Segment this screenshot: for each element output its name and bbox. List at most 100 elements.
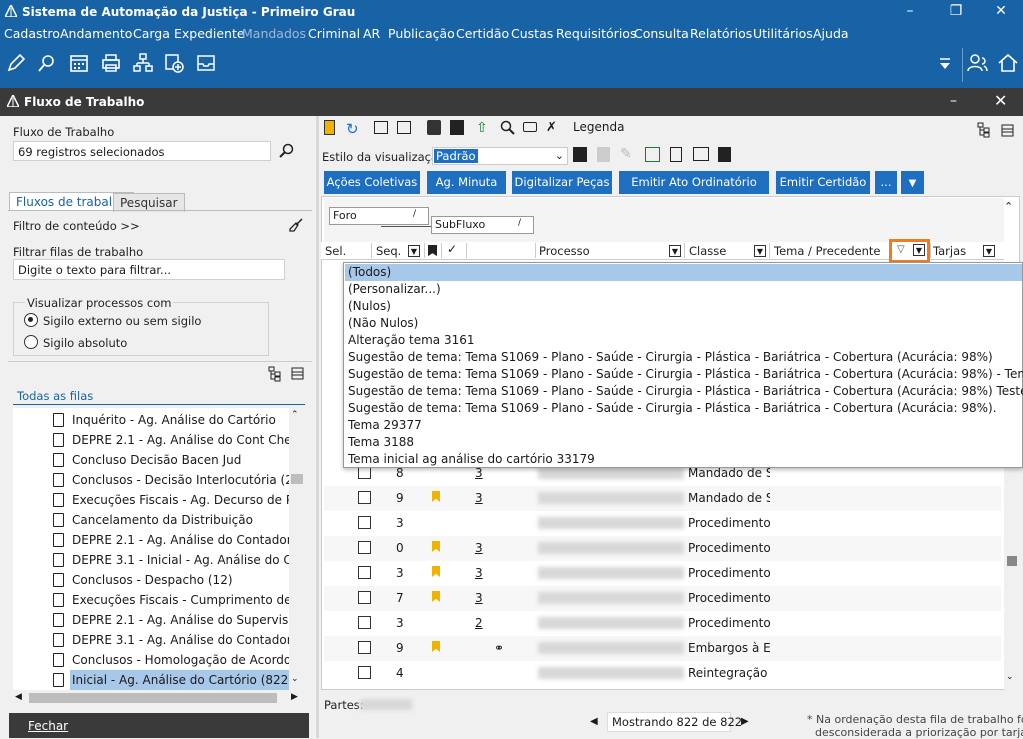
digitalizar-pecas-button[interactable]: Digitalizar Peças — [512, 171, 612, 194]
row-checkbox[interactable] — [358, 566, 371, 579]
prev-page-icon[interactable]: ◀ — [590, 716, 598, 727]
row-checkbox[interactable] — [358, 641, 371, 654]
chevron-down-icon[interactable]: ▼ — [669, 245, 681, 257]
tree-item[interactable]: Conclusos - Despacho (12) — [72, 570, 233, 590]
menu-item-12[interactable]: Relatórios — [690, 26, 752, 41]
excel-icon[interactable] — [645, 147, 660, 162]
next-page-icon[interactable]: ▶ — [741, 716, 749, 727]
filter-option[interactable]: (Personalizar...) — [348, 281, 441, 298]
row-checkbox[interactable] — [358, 516, 371, 529]
table-row[interactable]: 4 Reintegração , — [324, 661, 1001, 686]
table-row[interactable]: 9 3 Mandado de S — [324, 486, 1001, 511]
row-checkbox[interactable] — [358, 666, 371, 679]
print-icon[interactable] — [427, 120, 441, 135]
table-row[interactable]: 7 3 Procedimento — [324, 586, 1001, 611]
menu-item-2[interactable]: Carga — [133, 26, 170, 41]
menu-item-5[interactable]: Criminal — [308, 26, 360, 41]
edit-icon[interactable] — [5, 52, 31, 78]
filter-option[interactable]: Tema 3188 — [348, 434, 414, 451]
filter-option[interactable]: Sugestão de tema: Tema S1069 - Plano - S… — [348, 383, 1023, 400]
bookmark-icon[interactable] — [324, 120, 335, 135]
table-row[interactable]: 3 Procedimento — [324, 511, 1001, 536]
tema-filter-highlight[interactable]: ▽ ▼ — [889, 239, 930, 263]
todas-filas-tab[interactable]: Todas as filas — [17, 389, 93, 403]
toolbar-dropdown-icon[interactable] — [935, 54, 961, 80]
chevron-down-icon[interactable]: ▼ — [983, 245, 995, 257]
tree-item[interactable]: Inicial - Ag. Análise do Cartório (822) — [70, 670, 289, 690]
search-document-icon[interactable] — [36, 52, 62, 78]
col-sel[interactable]: Sel. — [325, 244, 346, 258]
save-icon[interactable] — [450, 120, 464, 135]
home-icon[interactable] — [997, 52, 1023, 78]
filter-option[interactable]: Tema inicial ag análise do cartório 3317… — [348, 451, 595, 468]
more-actions-button[interactable]: ... — [875, 171, 897, 194]
close-icon[interactable]: ✕ — [994, 91, 1007, 110]
filter-option[interactable]: Sugestão de tema: Tema S1069 - Plano - S… — [348, 400, 997, 417]
ag-minuta-button[interactable]: Ag. Minuta — [427, 171, 506, 194]
filter-option[interactable]: (Todos) — [345, 264, 1022, 281]
add-list-icon[interactable] — [163, 52, 189, 78]
hierarchy-icon[interactable] — [132, 52, 158, 78]
calendar-icon[interactable] — [68, 52, 94, 78]
group-field-subfluxo[interactable]: SubFluxo / — [431, 216, 534, 234]
menu-item-9[interactable]: Custas — [511, 26, 553, 41]
row-link[interactable]: 3 — [475, 541, 483, 555]
filtro-conteudo-toggle[interactable]: Filtro de conteúdo >> — [13, 219, 140, 233]
row-link[interactable]: 3 — [475, 591, 483, 605]
filter-option[interactable]: Sugestão de tema: Tema S1069 - Plano - S… — [348, 366, 1023, 383]
tree-scrollbar[interactable]: ⌃ ⌄ — [289, 408, 305, 690]
table-row[interactable]: 3 3 Procedimento — [324, 561, 1001, 586]
actions-menu-button[interactable]: ▼ — [901, 171, 924, 194]
comment-icon[interactable] — [523, 122, 537, 132]
tree-icon[interactable] — [976, 122, 992, 141]
screen-icon[interactable] — [693, 147, 709, 161]
printer-icon[interactable] — [100, 52, 126, 78]
tree-item[interactable]: Execuções Fiscais - Cumprimento de Expe — [72, 590, 289, 610]
users-icon[interactable] — [967, 52, 993, 78]
document-icon[interactable] — [670, 147, 682, 162]
close-icon[interactable]: ✕ — [979, 0, 1023, 22]
row-checkbox[interactable] — [358, 616, 371, 629]
menu-item-11[interactable]: Consulta — [634, 26, 689, 41]
fechar-button[interactable]: Fechar — [9, 713, 309, 738]
refresh-icon[interactable]: ↻ — [346, 120, 359, 138]
table-row[interactable]: 9 ⚭ Embargos à E — [324, 636, 1001, 661]
table-row[interactable]: 3 2 Procedimento — [324, 611, 1001, 636]
col-processo[interactable]: Processo — [539, 244, 590, 258]
duplicate-icon[interactable] — [397, 121, 411, 134]
col-tema[interactable]: Tema / Precedente — [774, 244, 881, 258]
filter-option[interactable]: Alteração tema 3161 — [348, 332, 475, 349]
fluxo-field[interactable]: 69 registros selecionados — [13, 141, 271, 161]
menu-item-8[interactable]: Certidão — [456, 26, 509, 41]
tree-item[interactable]: DEPRE 2.1 - Ag. Análise do Supervisor - … — [72, 610, 289, 630]
tree-item[interactable]: DEPRE 3.1 - Inicial - Ag. Análise do Con… — [72, 550, 289, 570]
tree-item[interactable]: Execuções Fiscais - Ag. Decurso de Prazo — [72, 490, 289, 510]
legenda-label[interactable]: Legenda — [573, 120, 624, 134]
tree-icon[interactable] — [267, 366, 283, 385]
estilo-select[interactable]: Padrão ⌄ — [432, 147, 568, 165]
menu-item-10[interactable]: Requisitórios — [556, 26, 636, 41]
tree-item[interactable]: DEPRE 2.1 - Ag. Análise do Cont Chefe - … — [72, 430, 289, 450]
minimize-icon[interactable]: – — [888, 0, 932, 22]
list-view-icon[interactable] — [1001, 124, 1014, 140]
row-link[interactable]: 3 — [475, 491, 483, 505]
menu-item-6[interactable]: AR — [363, 26, 380, 41]
tree-item[interactable]: DEPRE 2.1 - Ag. Análise do Contador - Ex — [72, 530, 289, 550]
chevron-down-icon[interactable]: ▼ — [754, 245, 766, 257]
restore-icon[interactable]: ❐ — [934, 0, 978, 22]
table-row[interactable]: 0 3 Procedimento — [324, 536, 1001, 561]
chevron-up-icon[interactable]: ⌃ — [1004, 200, 1013, 213]
link-icon[interactable]: ⚭ — [494, 641, 504, 655]
tree-item[interactable]: Conclusos - Decisão Interlocutória (2) — [72, 470, 289, 490]
delete-comment-icon[interactable]: ✗ — [546, 120, 557, 135]
tree-item[interactable]: Cancelamento da Distribuição — [72, 510, 253, 530]
broom-icon[interactable] — [288, 217, 304, 236]
radio-sigilo-externo[interactable] — [24, 313, 38, 327]
tree-item[interactable]: Inquérito - Ag. Análise do Cartório — [72, 410, 276, 430]
menu-item-7[interactable]: Publicação — [388, 26, 455, 41]
menu-item-14[interactable]: Ajuda — [813, 26, 849, 41]
col-classe[interactable]: Classe — [689, 244, 726, 258]
row-link[interactable]: 3 — [475, 566, 483, 580]
row-checkbox[interactable] — [358, 491, 371, 504]
radio-sigilo-absoluto[interactable] — [24, 335, 38, 349]
